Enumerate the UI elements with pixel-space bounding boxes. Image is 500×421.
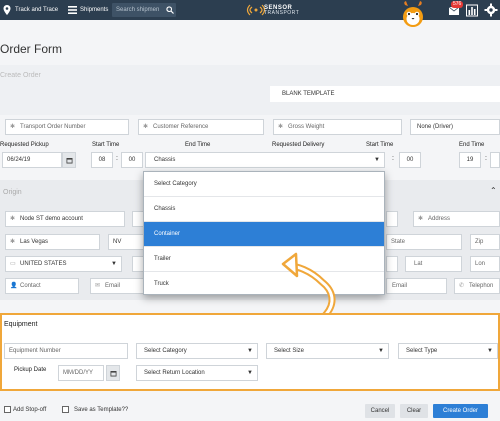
equipment-size-select[interactable]: Select Size ▼ (266, 343, 389, 359)
caret-down-icon: ▼ (487, 348, 493, 354)
equipment-type-value: Select Type (406, 348, 438, 354)
caret-down-icon: ▼ (378, 348, 384, 354)
return-location-value: Select Return Location (144, 370, 205, 376)
calendar-icon (110, 370, 116, 376)
equipment-number-field[interactable]: Equipment Number (4, 343, 128, 359)
cancel-button[interactable]: Cancel (365, 404, 395, 418)
equipment-size-value: Select Size (274, 348, 305, 354)
caret-down-icon: ▼ (247, 370, 253, 376)
add-stop-off-checkbox[interactable]: Add Stop-off (4, 406, 46, 413)
pickup-date-label: Pickup Date (14, 367, 47, 373)
checkbox-icon (4, 406, 11, 413)
save-as-template-label: Save as Template?? (74, 406, 129, 413)
equipment-category-value: Select Category (144, 348, 187, 354)
equipment-title: Equipment (4, 321, 38, 328)
return-location-select[interactable]: Select Return Location ▼ (136, 365, 258, 381)
pickup-calendar-button[interactable] (106, 365, 120, 381)
create-order-button[interactable]: Create Order (433, 404, 488, 418)
caret-down-icon: ▼ (247, 348, 253, 354)
checkbox-icon (62, 406, 69, 413)
clear-button[interactable]: Clear (400, 404, 428, 418)
pickup-date-field[interactable]: MM/DD/YY (58, 365, 104, 381)
equipment-type-select[interactable]: Select Type ▼ (398, 343, 498, 359)
save-as-template-checkbox[interactable]: Save as Template?? (62, 406, 128, 413)
equipment-category-select[interactable]: Select Category ▼ (136, 343, 258, 359)
add-stop-off-label: Add Stop-off (13, 406, 47, 413)
